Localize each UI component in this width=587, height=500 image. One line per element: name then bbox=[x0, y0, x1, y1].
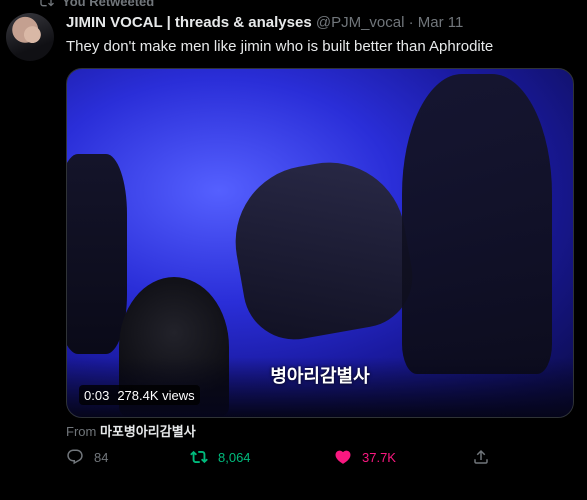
retweet-button[interactable]: 8,064 bbox=[190, 448, 251, 466]
video-duration: 0:03 bbox=[84, 387, 110, 403]
like-button[interactable]: 37.7K bbox=[334, 448, 396, 466]
retweet-icon bbox=[190, 450, 208, 464]
video-frame-figure-left bbox=[67, 154, 127, 354]
media-source-prefix: From bbox=[66, 424, 97, 439]
separator-dot: · bbox=[408, 14, 414, 31]
retweet-count: 8,064 bbox=[218, 449, 251, 465]
video-player[interactable]: 병아리감별사 0:03 278.4K views bbox=[66, 68, 574, 418]
tweet-date[interactable]: Mar 11 bbox=[418, 14, 464, 31]
reply-button[interactable]: 84 bbox=[66, 448, 108, 466]
retweet-icon bbox=[40, 0, 54, 7]
retweet-context-label: You Retweeted bbox=[62, 0, 155, 9]
avatar[interactable] bbox=[6, 13, 54, 61]
reply-icon bbox=[67, 449, 83, 465]
share-icon bbox=[474, 449, 488, 464]
heart-icon bbox=[335, 450, 351, 464]
tweet-text: They don't make men like jimin who is bu… bbox=[66, 38, 494, 55]
tweet-header: JIMIN VOCAL | threads & analyses @PJM_vo… bbox=[66, 14, 577, 31]
reply-count: 84 bbox=[94, 449, 109, 465]
video-stats-badge: 0:03 278.4K views bbox=[79, 385, 200, 405]
video-frame-figure-right bbox=[402, 74, 552, 374]
author-name[interactable]: JIMIN VOCAL | threads & analyses bbox=[66, 14, 312, 31]
author-handle[interactable]: @PJM_vocal bbox=[316, 14, 405, 31]
share-button[interactable] bbox=[472, 448, 490, 466]
video-views: 278.4K views bbox=[117, 387, 195, 403]
like-count: 37.7K bbox=[362, 449, 396, 465]
retweet-context: You Retweeted bbox=[38, 0, 154, 9]
media-source: From 마포병아리감별사 bbox=[66, 421, 196, 440]
video-frame-figure-center bbox=[223, 150, 421, 348]
media-source-account[interactable]: 마포병아리감별사 bbox=[100, 424, 196, 439]
tweet-actions: 84 8,064 37.7K bbox=[66, 448, 587, 472]
